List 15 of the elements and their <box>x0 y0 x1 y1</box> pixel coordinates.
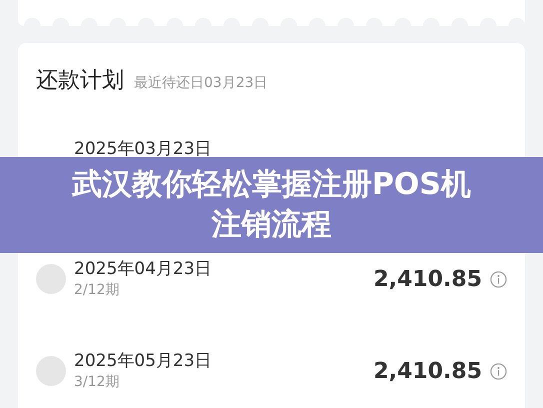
info-icon[interactable] <box>490 270 507 288</box>
installment-period: 2/12期 <box>74 281 120 299</box>
amount: 2,410.85 <box>373 358 482 384</box>
due-date: 2025年04月23日 <box>74 259 213 279</box>
due-date: 2025年03月23日 <box>74 139 213 159</box>
plan-subtitle: 最近待还日03月23日 <box>134 74 268 92</box>
installment-period: 3/12期 <box>74 373 120 391</box>
plan-title: 还款计划 <box>36 67 124 95</box>
status-circle <box>36 264 66 294</box>
due-date: 2025年05月23日 <box>74 351 213 371</box>
info-icon[interactable] <box>490 362 507 380</box>
headline-text: 武汉教你轻松掌握注册POS机 <box>72 166 472 204</box>
status-circle <box>36 356 66 386</box>
amount: 2,410.85 <box>373 266 482 292</box>
headline-text: 注销流程 <box>212 206 332 244</box>
